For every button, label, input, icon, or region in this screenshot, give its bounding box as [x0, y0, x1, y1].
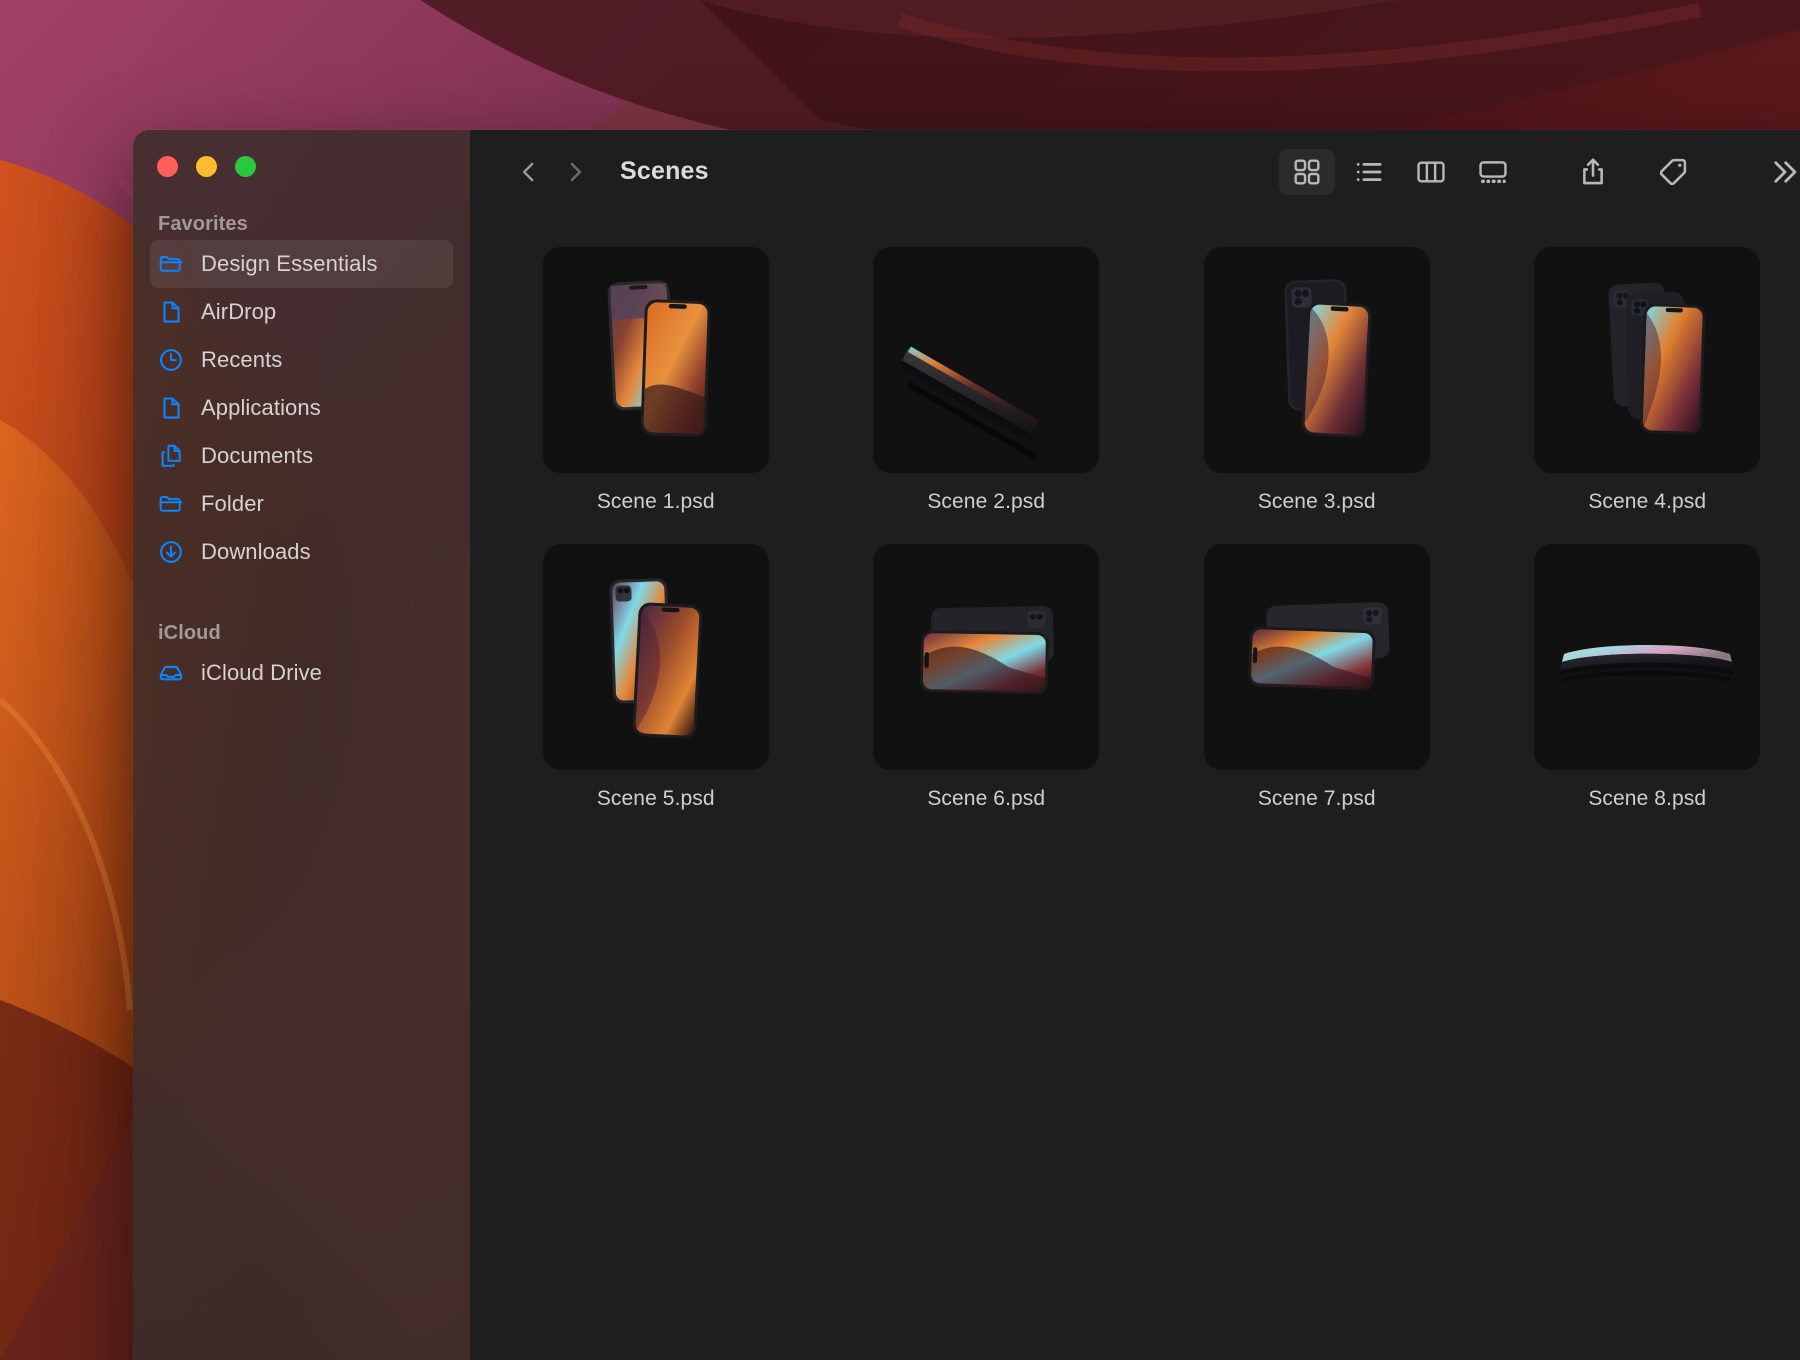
icloud-drive-tray-icon: [158, 660, 184, 686]
icon-view-button[interactable]: [1279, 148, 1335, 195]
sidebar-item-recents[interactable]: Recents: [150, 336, 453, 384]
list-view-button[interactable]: [1341, 149, 1397, 195]
sidebar-item-icloud-drive[interactable]: iCloud Drive: [150, 649, 453, 697]
page-title: Scenes: [620, 157, 709, 185]
document-icon: [158, 299, 184, 325]
two-phones-portrait-front-art: [542, 247, 769, 473]
file-item[interactable]: Scene 7.psd: [1165, 544, 1469, 811]
back-button[interactable]: [506, 149, 552, 195]
finder-window: Favorites Design Essentials AirDrop Rece…: [133, 130, 1800, 1360]
share-button[interactable]: [1567, 149, 1619, 195]
file-name: Scene 1.psd: [596, 490, 715, 513]
folder-icon: [158, 491, 184, 517]
download-circle-icon: [158, 539, 184, 565]
content-pane: Scenes Scene 1.psd Scene 2.psd Scene 3.p…: [470, 130, 1800, 1360]
sidebar-item-label: Design Essentials: [201, 251, 378, 276]
file-thumbnail[interactable]: [542, 247, 769, 473]
two-phones-portrait-offset-art: [542, 544, 769, 770]
zoom-button[interactable]: [235, 156, 256, 177]
two-phones-portrait-back-front-art: [1203, 247, 1430, 473]
gallery-view-button[interactable]: [1465, 149, 1521, 195]
file-item[interactable]: Scene 8.psd: [1496, 544, 1800, 811]
file-grid: Scene 1.psd Scene 2.psd Scene 3.psd Scen…: [470, 213, 1800, 1360]
sidebar-item-label: AirDrop: [201, 299, 277, 324]
file-thumbnail[interactable]: [1203, 544, 1430, 770]
file-item[interactable]: Scene 2.psd: [835, 247, 1139, 514]
three-phones-portrait-stack-art: [1534, 247, 1761, 473]
file-thumbnail[interactable]: [1534, 247, 1761, 473]
sidebar-section-favorites: Favorites Design Essentials AirDrop Rece…: [133, 213, 470, 576]
phone-landscape-flat-edge-art: [1534, 544, 1761, 770]
file-name: Scene 8.psd: [1588, 787, 1707, 810]
sidebar-header-icloud: iCloud: [158, 622, 221, 644]
file-thumbnail[interactable]: [873, 544, 1100, 770]
more-toolbar-items-button[interactable]: [1759, 149, 1800, 195]
file-name: Scene 2.psd: [927, 490, 1046, 513]
close-button[interactable]: [157, 156, 178, 177]
sidebar-item-applications[interactable]: Applications: [150, 384, 453, 432]
phone-flat-angled-dark-art: [873, 247, 1100, 473]
file-name: Scene 5.psd: [596, 787, 715, 810]
sidebar-item-label: Documents: [201, 443, 314, 468]
file-item[interactable]: Scene 4.psd: [1496, 247, 1800, 514]
minimize-button[interactable]: [196, 156, 217, 177]
column-view-button[interactable]: [1403, 149, 1459, 195]
file-name: Scene 4.psd: [1588, 490, 1707, 513]
sidebar-section-icloud: iCloud iCloud Drive: [133, 622, 470, 697]
sidebar-item-label: Applications: [201, 395, 321, 420]
tags-button[interactable]: [1647, 149, 1699, 195]
document-icon: [158, 395, 184, 421]
file-item[interactable]: Scene 3.psd: [1165, 247, 1469, 514]
file-thumbnail[interactable]: [1203, 247, 1430, 473]
documents-stack-icon: [158, 443, 184, 469]
sidebar-item-label: Folder: [201, 491, 264, 516]
folder-icon: [158, 251, 184, 277]
sidebar: Favorites Design Essentials AirDrop Rece…: [133, 130, 470, 1360]
sidebar-item-label: Recents: [201, 347, 283, 372]
window-controls: [133, 130, 470, 177]
toolbar: Scenes: [470, 130, 1800, 213]
sidebar-item-folder[interactable]: Folder: [150, 480, 453, 528]
file-item[interactable]: Scene 5.psd: [504, 544, 808, 811]
sidebar-item-label: Downloads: [201, 539, 311, 564]
forward-button[interactable]: [552, 149, 598, 195]
sidebar-item-label: iCloud Drive: [201, 660, 323, 685]
file-item[interactable]: Scene 1.psd: [504, 247, 808, 514]
sidebar-item-documents[interactable]: Documents: [150, 432, 453, 480]
file-name: Scene 3.psd: [1257, 490, 1376, 513]
two-phones-landscape-stack-art: [1203, 544, 1430, 770]
sidebar-header-favorites: Favorites: [158, 213, 248, 235]
file-name: Scene 7.psd: [1257, 787, 1376, 810]
sidebar-item-design-essentials[interactable]: Design Essentials: [150, 240, 453, 288]
file-name: Scene 6.psd: [927, 787, 1046, 810]
file-thumbnail[interactable]: [1534, 544, 1761, 770]
file-thumbnail[interactable]: [873, 247, 1100, 473]
file-item[interactable]: Scene 6.psd: [835, 544, 1139, 811]
view-switcher: [1279, 148, 1521, 195]
file-thumbnail[interactable]: [542, 544, 769, 770]
sidebar-item-airdrop[interactable]: AirDrop: [150, 288, 453, 336]
clock-icon: [158, 347, 184, 373]
two-phones-landscape-back-art: [873, 544, 1100, 770]
sidebar-item-downloads[interactable]: Downloads: [150, 528, 453, 576]
